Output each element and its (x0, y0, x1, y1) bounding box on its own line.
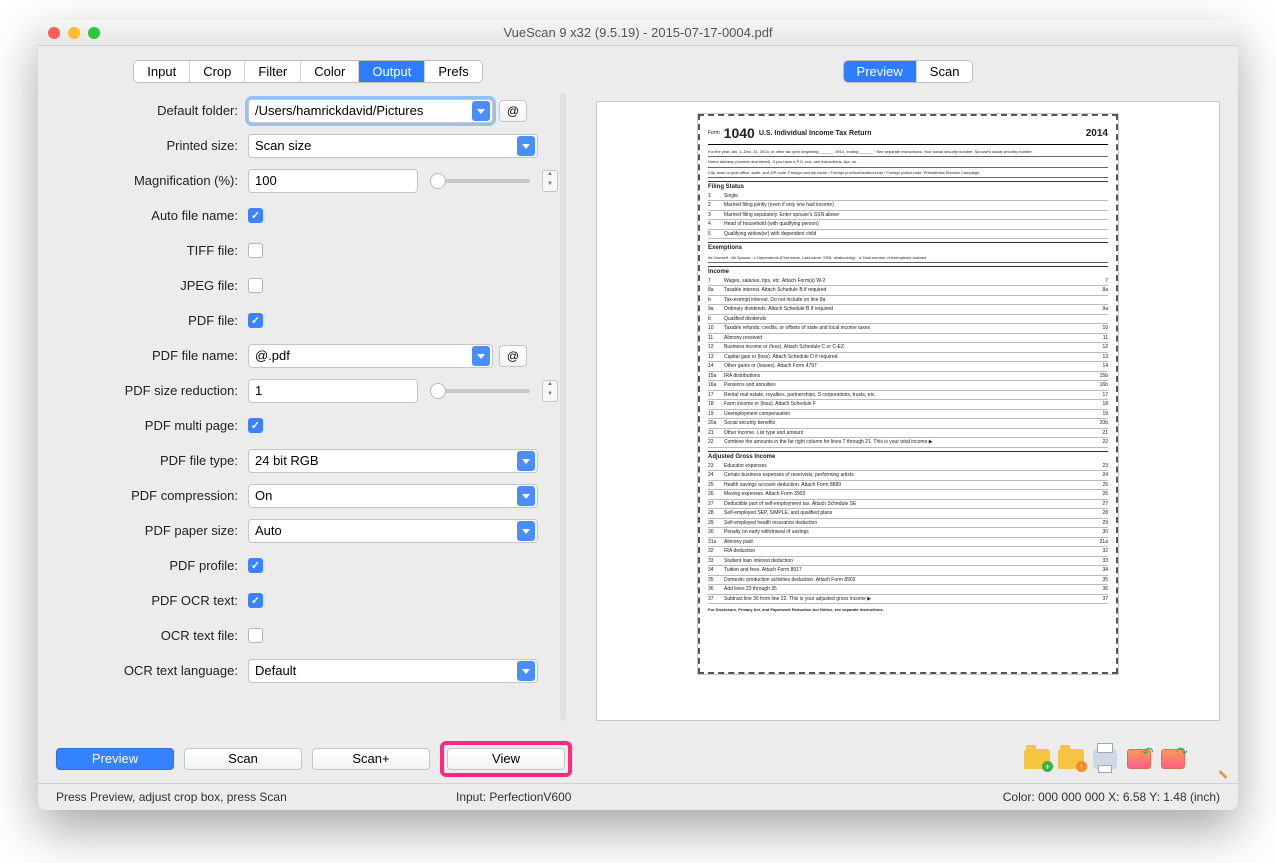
folder-at-button[interactable]: @ (499, 100, 527, 122)
scanned-document: Form 1040 U.S. Individual Income Tax Ret… (698, 114, 1118, 674)
statusbar: Press Preview, adjust crop box, press Sc… (38, 783, 1238, 810)
doc-title: U.S. Individual Income Tax Return (759, 129, 872, 138)
label-pdf-multi-page: PDF multi page: (48, 418, 248, 433)
label-ocr-text-file: OCR text file: (48, 628, 248, 643)
tab-crop[interactable]: Crop (190, 61, 245, 82)
tiff-file-checkbox[interactable] (248, 243, 263, 258)
left-tabs: Input Crop Filter Color Output Prefs (133, 60, 482, 83)
pdf-file-name-combo[interactable]: @.pdf (248, 344, 493, 368)
window-title: VueScan 9 x32 (9.5.19) - 2015-07-17-0004… (38, 25, 1238, 40)
form-area: Default folder: /Users/hamrickdavid/Pict… (48, 93, 568, 721)
preview-button[interactable]: Preview (56, 748, 174, 770)
magnification-stepper[interactable]: ▲▼ (542, 170, 558, 192)
chevron-down-icon (517, 486, 535, 506)
pdf-size-red-input[interactable]: 1 (248, 379, 418, 403)
options-pane: Input Crop Filter Color Output Prefs Def… (38, 46, 578, 731)
pdf-size-red-stepper[interactable]: ▲▼ (542, 380, 558, 402)
label-magnification: Magnification (%): (48, 173, 248, 188)
button-row: Preview Scan Scan+ View + ↑ ↶ ↷ (38, 731, 1238, 783)
status-coords: Color: 000 000 000 X: 6.58 Y: 1.48 (inch… (816, 790, 1220, 804)
pdf-ocr-text-checkbox[interactable] (248, 593, 263, 608)
pdf-file-checkbox[interactable] (248, 313, 263, 328)
chevron-down-icon (517, 521, 535, 541)
new-folder-icon[interactable]: + (1024, 746, 1050, 772)
ocr-text-file-checkbox[interactable] (248, 628, 263, 643)
view-button-highlight: View (440, 741, 572, 777)
label-ocr-lang: OCR text language: (48, 663, 248, 678)
default-folder-combo[interactable]: /Users/hamrickdavid/Pictures (248, 99, 493, 123)
right-tabs: Preview Scan (843, 60, 974, 83)
magnification-slider[interactable] (430, 179, 530, 183)
app-window: VueScan 9 x32 (9.5.19) - 2015-07-17-0004… (38, 20, 1238, 810)
label-pdf-file-type: PDF file type: (48, 453, 248, 468)
preview-pane: Preview Scan Form 1040 U.S. Individual I… (578, 46, 1238, 731)
printer-icon[interactable] (1092, 746, 1118, 772)
label-pdf-ocr-text: PDF OCR text: (48, 593, 248, 608)
chevron-down-icon (472, 346, 490, 366)
tab-preview[interactable]: Preview (844, 61, 917, 82)
label-jpeg-file: JPEG file: (48, 278, 248, 293)
label-tiff-file: TIFF file: (48, 243, 248, 258)
label-default-folder: Default folder: (48, 103, 248, 118)
tab-input[interactable]: Input (134, 61, 190, 82)
label-pdf-file: PDF file: (48, 313, 248, 328)
tab-output[interactable]: Output (359, 61, 425, 82)
pdf-file-type-combo[interactable]: 24 bit RGB (248, 449, 538, 473)
rotate-left-icon[interactable]: ↶ (1126, 746, 1152, 772)
chevron-down-icon (517, 451, 535, 471)
ocr-lang-combo[interactable]: Default (248, 659, 538, 683)
printed-size-combo[interactable]: Scan size (248, 134, 538, 158)
scan-button[interactable]: Scan (184, 748, 302, 770)
jpeg-file-checkbox[interactable] (248, 278, 263, 293)
pdf-paper-size-combo[interactable]: Auto (248, 519, 538, 543)
titlebar: VueScan 9 x32 (9.5.19) - 2015-07-17-0004… (38, 20, 1238, 46)
chevron-down-icon (517, 661, 535, 681)
tab-scan[interactable]: Scan (917, 61, 973, 82)
status-input: Input: PerfectionV600 (456, 790, 816, 804)
status-hint: Press Preview, adjust crop box, press Sc… (56, 790, 456, 804)
chevron-down-icon (472, 101, 490, 121)
view-button[interactable]: View (447, 748, 565, 770)
label-printed-size: Printed size: (48, 138, 248, 153)
pdf-profile-checkbox[interactable] (248, 558, 263, 573)
label-pdf-paper-size: PDF paper size: (48, 523, 248, 538)
label-pdf-profile: PDF profile: (48, 558, 248, 573)
magnification-input[interactable]: 100 (248, 169, 418, 193)
label-pdf-compress: PDF compression: (48, 488, 248, 503)
label-pdf-size-red: PDF size reduction: (48, 383, 248, 398)
label-auto-file-name: Auto file name: (48, 208, 248, 223)
preview-viewport[interactable]: Form 1040 U.S. Individual Income Tax Ret… (596, 101, 1220, 721)
doc-year: 2014 (1086, 127, 1108, 140)
auto-file-name-checkbox[interactable] (248, 208, 263, 223)
pdf-multi-page-checkbox[interactable] (248, 418, 263, 433)
pdf-compress-combo[interactable]: On (248, 484, 538, 508)
label-pdf-file-name: PDF file name: (48, 348, 248, 363)
tab-color[interactable]: Color (301, 61, 359, 82)
pdf-name-at-button[interactable]: @ (499, 345, 527, 367)
zoom-in-icon[interactable] (1194, 746, 1220, 772)
tab-prefs[interactable]: Prefs (425, 61, 481, 82)
open-folder-icon[interactable]: ↑ (1058, 746, 1084, 772)
pdf-size-red-slider[interactable] (430, 389, 530, 393)
chevron-down-icon (517, 136, 535, 156)
rotate-right-icon[interactable]: ↷ (1160, 746, 1186, 772)
scanplus-button[interactable]: Scan+ (312, 748, 430, 770)
doc-form-number: 1040 (724, 124, 755, 142)
tab-filter[interactable]: Filter (245, 61, 301, 82)
